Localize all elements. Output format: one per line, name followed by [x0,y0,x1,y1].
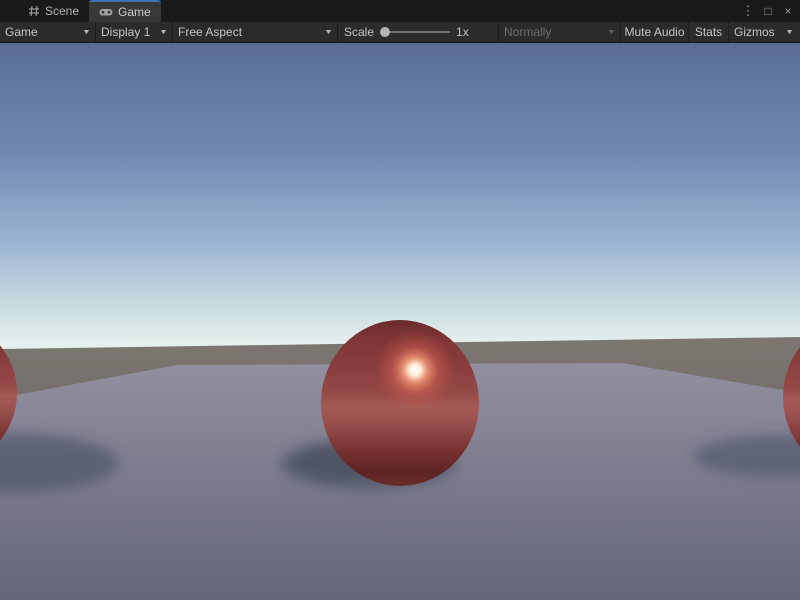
stats-label: Stats [695,25,722,39]
tab-bar-flex-space [161,0,740,22]
game-view-dropdown-label: Game [5,25,38,39]
gamepad-icon [99,8,113,17]
chevron-down-icon: ▼ [159,29,168,36]
game-viewport[interactable] [0,43,800,600]
grid-icon [28,5,40,17]
mute-audio-button[interactable]: Mute Audio [621,22,689,42]
aspect-ratio-dropdown-label: Free Aspect [178,25,242,39]
chevron-down-icon: ▼ [324,29,333,36]
kebab-menu-icon[interactable]: ⋮ [740,2,756,20]
close-icon[interactable]: × [780,2,796,20]
scale-slider-knob[interactable] [380,27,390,37]
tab-scene[interactable]: Scene [18,0,89,22]
aspect-ratio-dropdown[interactable]: Free Aspect ▼ [173,22,338,42]
maximize-icon[interactable]: □ [760,2,776,20]
gizmos-dropdown[interactable]: Gizmos ▼ [729,22,800,42]
chevron-down-icon: ▼ [607,29,616,36]
window-controls: ⋮ □ × [740,0,800,22]
chevron-down-icon: ▼ [82,29,91,36]
tab-game[interactable]: Game [89,0,161,22]
scale-slider-track[interactable] [390,31,450,33]
enter-play-mode-label: Normally [504,25,551,39]
display-dropdown[interactable]: Display 1 ▼ [96,22,173,42]
panel-tab-bar: Scene Game ⋮ □ × [0,0,800,22]
scale-value: 1x [456,25,469,39]
display-dropdown-label: Display 1 [101,25,150,39]
gizmos-label: Gizmos [734,25,775,39]
game-view-dropdown[interactable]: Game ▼ [0,22,96,42]
scale-label: Scale [344,25,374,39]
stats-button[interactable]: Stats [689,22,729,42]
game-view-toolbar: Game ▼ Display 1 ▼ Free Aspect ▼ Scale 1… [0,22,800,43]
scale-section: Scale 1x [338,22,498,42]
enter-play-mode-dropdown[interactable]: Normally ▼ [498,22,621,42]
mute-audio-label: Mute Audio [624,25,684,39]
scale-slider[interactable] [380,22,450,42]
tab-game-label: Game [118,5,151,19]
chevron-down-icon: ▼ [785,29,794,36]
tab-scene-label: Scene [45,4,79,18]
tab-bar-spacer [0,0,18,22]
